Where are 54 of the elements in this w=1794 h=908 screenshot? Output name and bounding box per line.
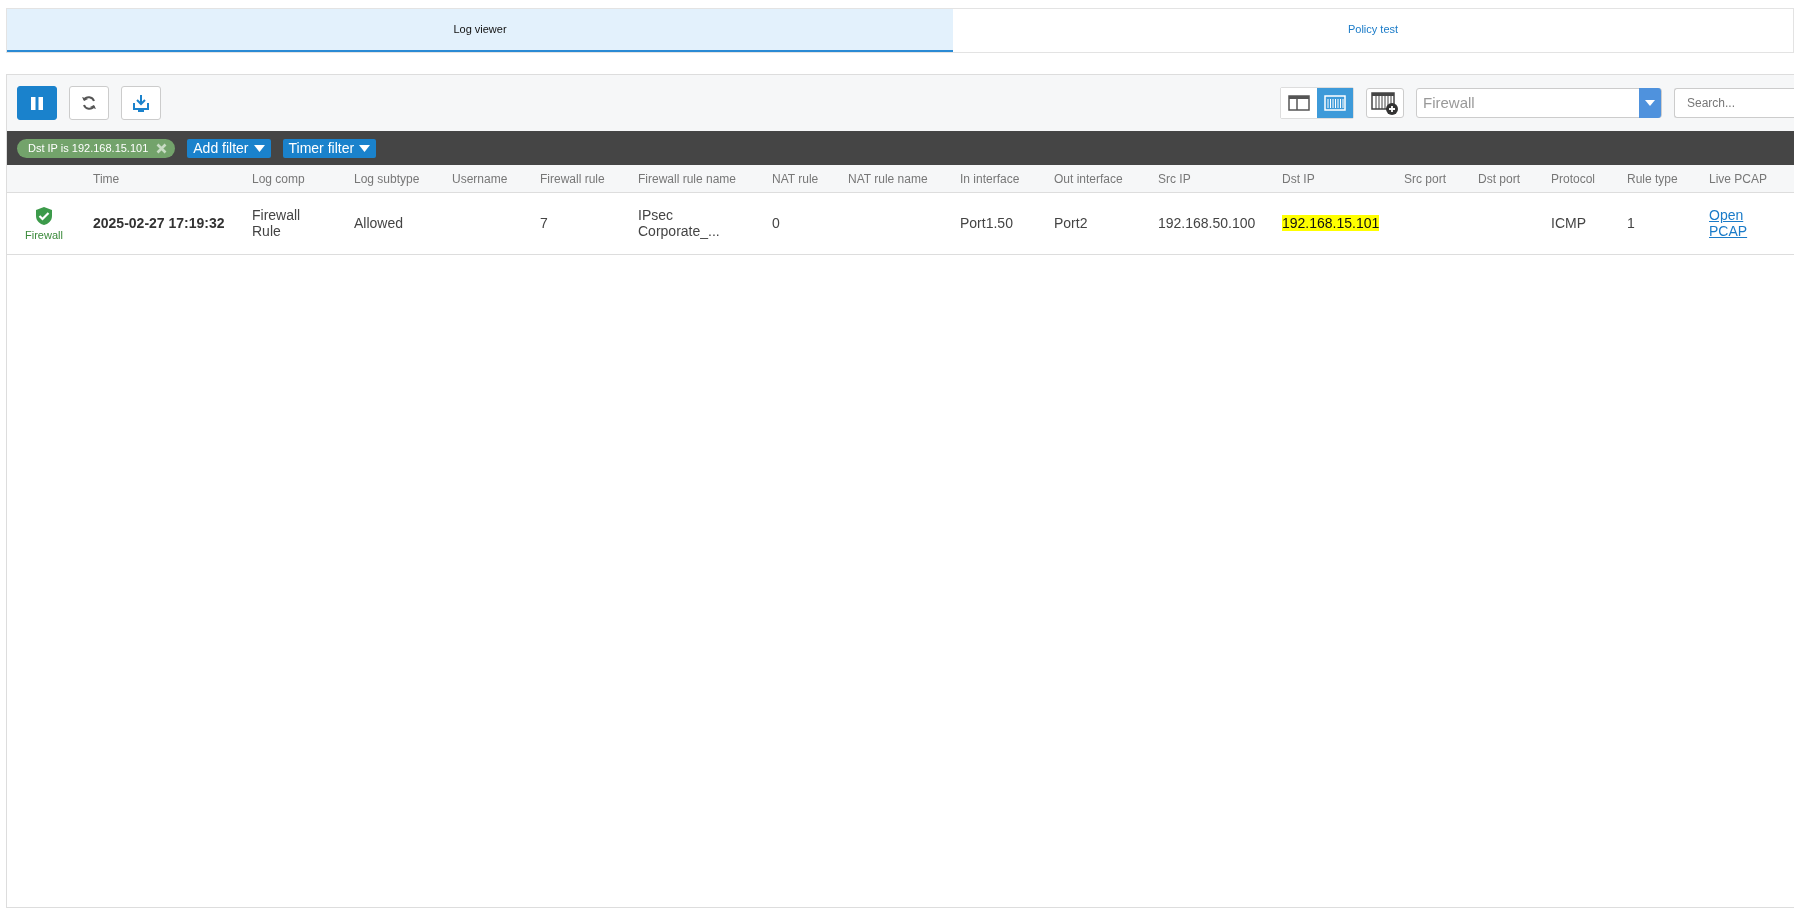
close-icon: [156, 142, 168, 154]
table-cell: 192.168.15.101: [1282, 214, 1380, 231]
table-cell: 0: [772, 214, 780, 231]
add-column-icon: [1371, 91, 1399, 115]
search-field[interactable]: Search...: [1674, 88, 1794, 118]
column-header: Log subtype: [353, 170, 421, 188]
download-button[interactable]: [121, 86, 161, 120]
pause-button[interactable]: [17, 86, 57, 120]
column-header: Src port: [1403, 170, 1447, 188]
tab[interactable]: Log viewer: [7, 9, 953, 52]
table-cell: Port1.50: [960, 214, 1013, 231]
filter-label: Dst IP is 192.168.15.101: [28, 140, 149, 156]
refresh-button[interactable]: [69, 86, 109, 120]
log-type-select[interactable]: Firewall: [1416, 88, 1662, 118]
shield-check-icon: [34, 205, 54, 226]
table-cell: Allowed: [354, 214, 404, 231]
table-cell: 7: [540, 214, 548, 231]
column-header: Src IP: [1157, 170, 1192, 188]
caret-icon: [359, 144, 371, 152]
column-header: Out interface: [1053, 170, 1124, 188]
status-label: Firewall: [25, 228, 63, 242]
column-header: Protocol: [1550, 170, 1597, 188]
view-button[interactable]: [1317, 88, 1353, 118]
pause-icon: [31, 96, 43, 110]
column-header: Time: [92, 170, 121, 188]
refresh-icon: [81, 95, 97, 111]
table-cell: ICMP: [1551, 214, 1586, 231]
table-cell: 2025-02-27 17:19:32: [93, 214, 225, 231]
caret-icon: [253, 144, 265, 152]
table-cell: Port2: [1054, 214, 1088, 231]
column-header: Live PCAP: [1708, 170, 1769, 188]
filter-menu-button[interactable]: Add filter: [187, 138, 271, 158]
column-header: In interface: [959, 170, 1021, 188]
column-header: Dst port: [1477, 170, 1521, 188]
column-header: NAT rule: [771, 170, 820, 188]
column-header: Log comp: [251, 170, 306, 188]
column-header: NAT rule name: [847, 170, 929, 188]
table-cell: 1: [1627, 214, 1635, 231]
table-cell: 192.168.50.100: [1158, 214, 1256, 231]
pcap-link[interactable]: Open PCAP: [1709, 208, 1774, 239]
column-header: Rule type: [1626, 170, 1679, 188]
add-column-button[interactable]: [1366, 88, 1404, 118]
filter-menu-button[interactable]: Timer filter: [282, 138, 377, 158]
split-view-icon: [1288, 95, 1310, 111]
column-header: Firewall rule name: [637, 170, 738, 188]
caret-icon: [1645, 100, 1655, 106]
column-header: Dst IP: [1281, 170, 1316, 188]
view-button[interactable]: [1281, 88, 1317, 118]
column-header: Firewall rule: [539, 170, 606, 188]
columns-view-icon: [1324, 95, 1346, 111]
download-icon: [132, 94, 150, 112]
table-cell-text: Firewall Rule: [252, 208, 302, 239]
table-cell-text: IPsec Corporate_...: [638, 208, 721, 239]
column-header: Username: [451, 170, 509, 188]
